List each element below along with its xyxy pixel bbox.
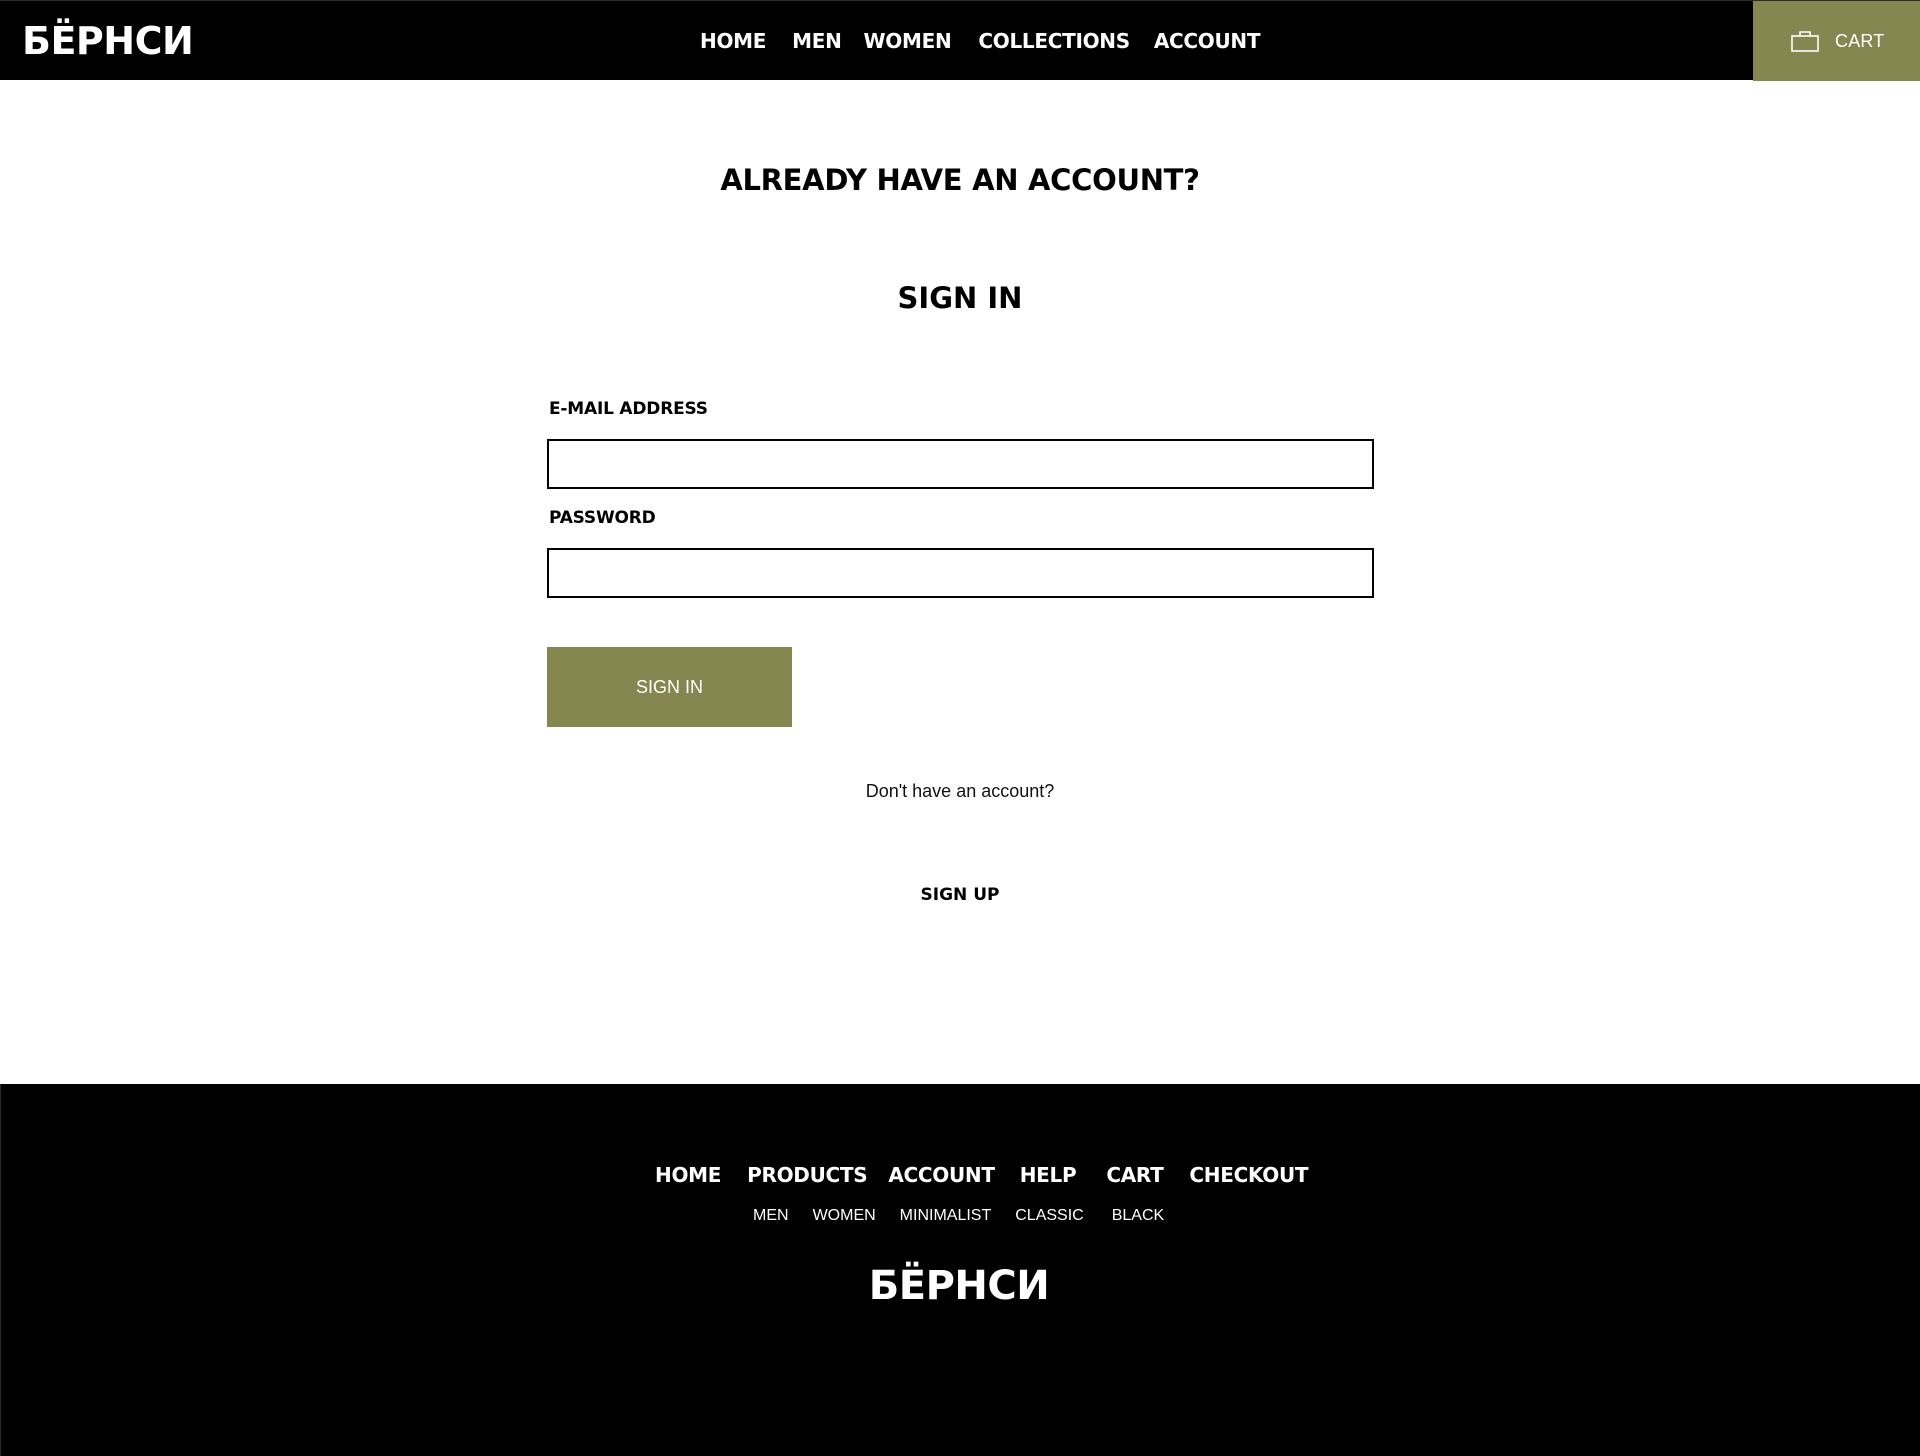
signin-heading: SIGN IN: [897, 281, 1023, 315]
shopping-bag-icon: [1791, 31, 1819, 52]
footer-nav-cart[interactable]: CART: [1106, 1160, 1163, 1190]
footer-nav-help[interactable]: HELP: [1020, 1160, 1077, 1190]
signin-button[interactable]: SIGN IN: [547, 647, 792, 727]
password-field[interactable]: [547, 548, 1374, 598]
footer-sub-classic[interactable]: CLASSIC: [1015, 1204, 1083, 1228]
footer-nav-checkout[interactable]: CHECKOUT: [1189, 1160, 1308, 1190]
signin-page: ALREADY HAVE AN ACCOUNT? SIGN IN E-MAIL …: [0, 80, 1920, 1084]
cart-button[interactable]: CART: [1753, 1, 1920, 81]
nav-home[interactable]: HOME: [700, 1, 766, 81]
cart-label: CART: [1835, 30, 1885, 51]
footer-nav-account[interactable]: ACCOUNT: [888, 1160, 995, 1190]
signup-link[interactable]: SIGN UP: [900, 884, 1020, 906]
site-footer: HOME PRODUCTS ACCOUNT HELP CART CHECKOUT…: [0, 1084, 1920, 1456]
main-nav: HOME MEN WOMEN COLLECTIONS ACCOUNT: [700, 1, 1260, 81]
footer-sub-minimalist[interactable]: MINIMALIST: [900, 1204, 992, 1228]
footer-subnav: MEN WOMEN MINIMALIST CLASSIC BLACK: [753, 1204, 1164, 1228]
nav-collections[interactable]: COLLECTIONS: [978, 1, 1130, 81]
email-label: E-MAIL ADDRESS: [549, 399, 708, 419]
footer-logo[interactable]: БЁРНСИ: [1, 1260, 1917, 1312]
footer-nav-home[interactable]: HOME: [655, 1160, 721, 1190]
password-label: PASSWORD: [549, 508, 656, 528]
footer-nav-products[interactable]: PRODUCTS: [747, 1160, 868, 1190]
footer-nav: HOME PRODUCTS ACCOUNT HELP CART CHECKOUT: [655, 1160, 1309, 1190]
site-header: БЁРНСИ HOME MEN WOMEN COLLECTIONS ACCOUN…: [0, 0, 1920, 81]
nav-account[interactable]: ACCOUNT: [1154, 1, 1261, 81]
site-logo[interactable]: БЁРНСИ: [22, 15, 194, 67]
email-field[interactable]: [547, 439, 1374, 489]
already-account-heading: ALREADY HAVE AN ACCOUNT?: [720, 163, 1200, 197]
no-account-text: Don't have an account?: [865, 781, 1055, 801]
footer-sub-men[interactable]: MEN: [753, 1204, 789, 1228]
nav-men[interactable]: MEN: [792, 1, 842, 81]
footer-sub-black[interactable]: BLACK: [1112, 1204, 1164, 1228]
nav-women[interactable]: WOMEN: [864, 1, 952, 81]
footer-sub-women[interactable]: WOMEN: [813, 1204, 876, 1228]
